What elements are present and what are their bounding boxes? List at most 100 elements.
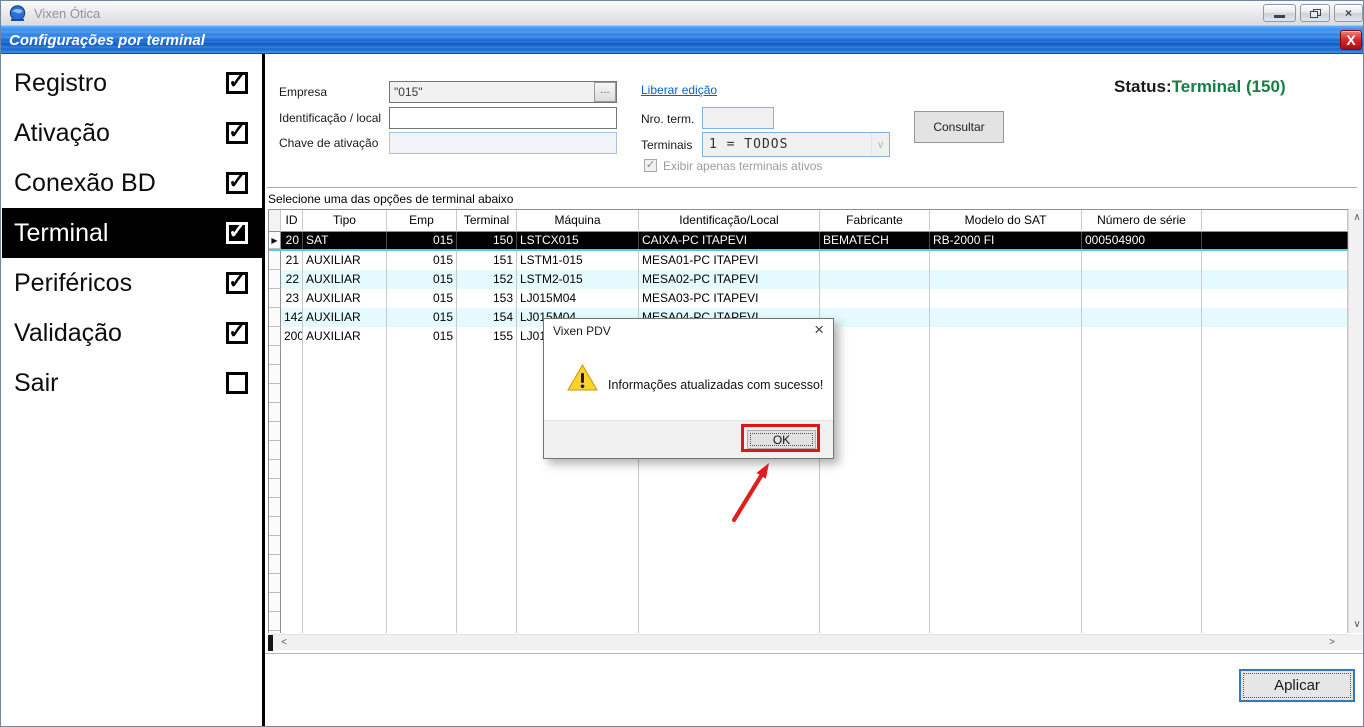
status-label: Status: — [1114, 77, 1172, 96]
sidebar-item-sair[interactable]: Sair — [2, 358, 262, 408]
close-button[interactable]: × — [1334, 4, 1363, 22]
banner-title: Configurações por terminal — [9, 32, 205, 49]
row-selector-cell — [269, 308, 281, 327]
table-cell: 200 — [281, 327, 303, 346]
banner-close-button[interactable]: X — [1340, 30, 1362, 50]
chave-field[interactable] — [389, 132, 617, 154]
table-cell: LJ015M04 — [517, 289, 639, 308]
table-cell: 015 — [387, 308, 457, 327]
restore-button[interactable] — [1300, 4, 1330, 22]
table-cell: 151 — [457, 251, 517, 270]
window-title: Vixen Ótica — [34, 6, 100, 21]
nro-term-label: Nro. term. — [641, 112, 694, 126]
bottom-separator — [265, 653, 1364, 654]
dialog-close-icon[interactable]: × — [814, 320, 824, 340]
table-cell — [1082, 327, 1202, 346]
minimize-button[interactable] — [1263, 4, 1296, 22]
sidebar-item-ativa-o[interactable]: Ativação✓ — [2, 108, 262, 158]
consultar-button[interactable]: Consultar — [914, 111, 1004, 143]
row-selector-cell — [269, 251, 281, 270]
app-window: Vixen Ótica × Configurações por terminal… — [0, 0, 1364, 727]
table-cell: 015 — [387, 289, 457, 308]
table-cell: 015 — [387, 232, 457, 249]
table-cell: 22 — [281, 270, 303, 289]
row-selector-header — [269, 210, 281, 232]
table-row[interactable]: 21AUXILIAR015151LSTM1-015MESA01-PC ITAPE… — [269, 251, 1348, 270]
nro-term-field[interactable] — [702, 107, 774, 129]
sidebar-item-valida-o[interactable]: Validação✓ — [2, 308, 262, 358]
checkbox-checked-icon[interactable]: ✓ — [226, 272, 248, 294]
liberar-edicao-link[interactable]: Liberar edição — [641, 83, 717, 97]
aplicar-button[interactable]: Aplicar — [1239, 669, 1355, 702]
checkbox-checked-icon[interactable]: ✓ — [226, 72, 248, 94]
column-header — [1202, 210, 1348, 232]
table-cell: LSTCX015 — [517, 232, 639, 249]
table-cell — [930, 289, 1082, 308]
table-cell: LSTM2-015 — [517, 270, 639, 289]
sidebar-item-terminal[interactable]: Terminal ✓ — [2, 208, 262, 258]
form-grid-separator — [267, 187, 1357, 188]
table-cell: 015 — [387, 251, 457, 270]
checkbox-checked-icon[interactable]: ✓ — [226, 122, 248, 144]
grid-empty-column — [820, 346, 930, 633]
message-dialog: Vixen PDV × Informações atualizadas com … — [543, 318, 834, 459]
table-cell: AUXILIAR — [303, 251, 387, 270]
row-selector-cell — [269, 289, 281, 308]
checkbox-checked-icon[interactable]: ✓ — [226, 222, 248, 244]
grid-header-row: IDTipoEmpTerminalMáquinaIdentificação/Lo… — [269, 210, 1348, 232]
scroll-right-icon[interactable]: > — [1324, 635, 1340, 652]
table-cell — [820, 308, 930, 327]
column-header: ID — [281, 210, 303, 232]
scroll-down-icon[interactable]: ∨ — [1349, 616, 1364, 633]
table-cell — [1202, 251, 1348, 270]
empresa-field[interactable] — [389, 81, 617, 103]
scroll-up-icon[interactable]: ∧ — [1349, 209, 1364, 226]
table-row[interactable]: ▶20SAT015150LSTCX015CAIXA-PC ITAPEVIBEMA… — [269, 232, 1348, 251]
chevron-down-icon: ∨ — [871, 133, 889, 156]
sidebar-item-label: Terminal — [14, 219, 108, 248]
table-cell: 015 — [387, 327, 457, 346]
sidebar-menu: Registro✓Ativação✓Conexão BD✓Terminal✓Pe… — [2, 54, 262, 727]
empresa-browse-button[interactable]: ... — [594, 82, 616, 102]
terminais-dropdown[interactable]: 1 = TODOS ∨ — [702, 132, 890, 157]
column-header: Tipo — [303, 210, 387, 232]
ok-button[interactable]: OK — [747, 430, 816, 449]
table-cell — [930, 327, 1082, 346]
dialog-title: Vixen PDV — [553, 324, 611, 338]
table-cell — [820, 251, 930, 270]
horizontal-scroll-thumb[interactable] — [268, 635, 273, 651]
table-cell — [1202, 327, 1348, 346]
exibir-ativos-checkbox[interactable]: ✓ — [644, 159, 657, 172]
identificacao-label: Identificação / local — [279, 111, 381, 125]
table-cell — [820, 289, 930, 308]
sidebar-item-perif-ricos[interactable]: Periféricos ✓ — [2, 258, 262, 308]
minimize-icon — [1274, 15, 1285, 18]
table-cell: AUXILIAR — [303, 270, 387, 289]
sidebar-item-registro[interactable]: Registro✓ — [2, 58, 262, 108]
table-cell: 20 — [281, 232, 303, 249]
grid-empty-column — [1202, 346, 1348, 633]
sidebar-item-label: Periféricos — [14, 269, 132, 298]
grid-empty-column — [303, 346, 387, 633]
table-row[interactable]: 23AUXILIAR015153LJ015M04MESA03-PC ITAPEV… — [269, 289, 1348, 308]
table-cell: BEMATECH — [820, 232, 930, 249]
status: Status:Terminal (150) — [1114, 77, 1286, 97]
table-cell: 015 — [387, 270, 457, 289]
sidebar-item-conex-o-bd[interactable]: Conexão BD✓ — [2, 158, 262, 208]
checkbox-checked-icon[interactable]: ✓ — [226, 172, 248, 194]
identificacao-field[interactable] — [389, 107, 617, 129]
table-cell: 000504900 — [1082, 232, 1202, 249]
table-cell — [930, 251, 1082, 270]
grid-empty-column — [930, 346, 1082, 633]
table-cell: 21 — [281, 251, 303, 270]
grid-empty-column — [281, 346, 303, 633]
checkbox-checked-icon[interactable]: ✓ — [226, 322, 248, 344]
horizontal-scrollbar[interactable]: < > — [268, 634, 1348, 650]
table-row[interactable]: 22AUXILIAR015152LSTM2-015MESA02-PC ITAPE… — [269, 270, 1348, 289]
scroll-left-icon[interactable]: < — [276, 635, 292, 652]
sidebar-item-label: Sair — [14, 369, 58, 398]
vertical-scrollbar[interactable]: ∧ ∨ — [1348, 209, 1364, 633]
table-cell — [1202, 289, 1348, 308]
checkbox-unchecked-icon[interactable] — [226, 372, 248, 394]
grid-caption: Selecione uma das opções de terminal aba… — [268, 192, 513, 206]
